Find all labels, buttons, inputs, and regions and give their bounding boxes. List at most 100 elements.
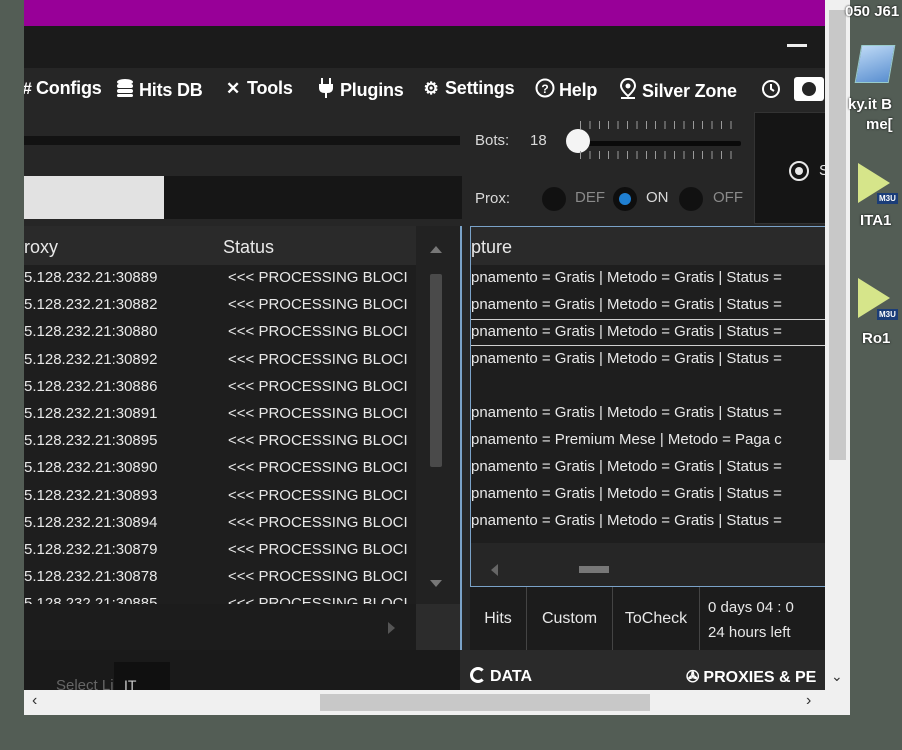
main-panel: Bots: 18 Prox: DEF ON OFF S roxy Status …	[24, 110, 825, 652]
results-tabs: Hits Custom ToCheck 0 days 04 : 0 24 hou…	[470, 586, 825, 651]
table-row[interactable]: 5.128.232.21:30895 <<< PROCESSING BLOCI	[24, 428, 429, 455]
start-button[interactable]: S	[754, 112, 825, 224]
capture-row[interactable]: pnamento = Gratis | Metodo = Gratis | St…	[471, 508, 825, 535]
capture-cell: pnamento = Gratis | Metodo = Gratis | St…	[471, 458, 782, 475]
tab-tocheck[interactable]: ToCheck	[613, 587, 700, 651]
capture-row[interactable]: pnamento = Gratis | Metodo = Gratis | St…	[471, 400, 825, 427]
proxies-tab[interactable]: ✇ PROXIES & PE	[686, 667, 816, 687]
menu-plugins[interactable]: Plugins	[316, 78, 404, 103]
menu-help-label: Help	[559, 80, 598, 100]
status-cell: <<< PROCESSING BLOCI	[228, 350, 408, 368]
table-row[interactable]: 5.128.232.21:30885 <<< PROCESSING BLOCI	[24, 591, 429, 604]
status-cell: <<< PROCESSING BLOCI	[228, 269, 408, 286]
table-row[interactable]: 5.128.232.21:30894 <<< PROCESSING BLOCI	[24, 510, 429, 537]
col-proxy-header[interactable]: roxy	[24, 237, 58, 258]
timer-days: 0 days 04 : 0	[708, 599, 794, 616]
title-bar[interactable]	[24, 0, 825, 26]
m3u-badge: M3U	[877, 193, 898, 204]
minimize-button[interactable]	[787, 44, 807, 47]
table-row[interactable]: 5.128.232.21:30880 <<< PROCESSING BLOCI	[24, 319, 429, 346]
resize-grip[interactable]	[825, 690, 850, 715]
proxy-cell: 5.128.232.21:30889	[24, 269, 158, 286]
hscroll-thumb[interactable]	[320, 694, 650, 711]
host-vertical-scrollbar[interactable]: ⌄	[825, 0, 850, 715]
menu-configs[interactable]: # Configs	[24, 78, 102, 99]
table-row[interactable]: 5.128.232.21:30892 <<< PROCESSING BLOCI	[24, 347, 429, 374]
proxy-cell: 5.128.232.21:30891	[24, 404, 158, 422]
proxy-table-hscrollbar[interactable]	[24, 604, 416, 650]
chevron-down-icon[interactable]: ⌄	[831, 668, 843, 685]
proxy-cell: 5.128.232.21:30890	[24, 459, 158, 477]
menu-silver-zone[interactable]: Silver Zone	[618, 77, 737, 105]
capture-table-header: pture	[471, 227, 825, 265]
status-cell: <<< PROCESSING BLOCI	[228, 323, 408, 341]
scroll-left-arrow-icon[interactable]	[491, 564, 498, 576]
wordlist-input[interactable]	[24, 176, 462, 219]
table-row[interactable]: 5.128.232.21:30886 <<< PROCESSING BLOCI	[24, 374, 429, 401]
capture-row-selected[interactable]: pnamento = Gratis | Metodo = Gratis | St…	[471, 319, 825, 346]
tab-hits[interactable]: Hits	[470, 587, 527, 651]
history-icon	[760, 78, 780, 105]
scroll-corner	[416, 604, 460, 650]
camera-button[interactable]	[794, 77, 824, 101]
bots-slider-track[interactable]	[569, 141, 741, 146]
table-row[interactable]: 5.128.232.21:30893 <<< PROCESSING BLOCI	[24, 483, 429, 510]
capture-cell: pnamento = Gratis | Metodo = Gratis | St…	[471, 350, 782, 367]
capture-row[interactable]: pnamento = Gratis | Metodo = Gratis | St…	[471, 454, 825, 481]
capture-cell: pnamento = Gratis | Metodo = Gratis | St…	[471, 296, 782, 313]
capture-cell: pnamento = Gratis | Metodo = Gratis | St…	[471, 323, 782, 340]
scroll-right-arrow-icon[interactable]	[388, 622, 395, 634]
prox-off-radio[interactable]	[679, 187, 703, 211]
table-row[interactable]: 5.128.232.21:30891 <<< PROCESSING BLOCI	[24, 401, 429, 428]
vscroll-thumb[interactable]	[829, 10, 846, 460]
proxy-cell: 5.128.232.21:30882	[24, 296, 158, 314]
bottom-bar: Select List IT DATA ✇ PROXIES & PE	[24, 650, 825, 694]
notepad-file-icon[interactable]	[854, 45, 896, 83]
scroll-up-arrow-icon[interactable]	[430, 246, 442, 253]
scroll-thumb[interactable]	[430, 274, 442, 467]
panel-divider[interactable]	[460, 226, 462, 652]
proxy-cell: 5.128.232.21:30879	[24, 540, 158, 558]
tab-custom[interactable]: Custom	[527, 587, 613, 651]
tools-icon: ✕	[225, 78, 241, 98]
table-row[interactable]: 5.128.232.21:30879 <<< PROCESSING BLOCI	[24, 537, 429, 564]
menu-help[interactable]: ? Help	[535, 78, 597, 103]
scroll-left-icon[interactable]: ‹	[32, 692, 37, 710]
menu-tools[interactable]: ✕ Tools	[223, 78, 293, 99]
table-row[interactable]: 5.128.232.21:30890 <<< PROCESSING BLOCI	[24, 455, 429, 482]
capture-cell: pnamento = Gratis | Metodo = Gratis | St…	[471, 512, 782, 529]
desktop-icon1-line2: me[	[866, 116, 893, 133]
capture-row[interactable]: pnamento = Gratis | Metodo = Gratis | St…	[471, 346, 825, 373]
desktop-top-label: 050 J61	[845, 3, 900, 20]
table-row[interactable]: 5.128.232.21:30889 <<< PROCESSING BLOCI	[24, 265, 429, 292]
table-row[interactable]: 5.128.232.21:30878 <<< PROCESSING BLOCI	[24, 564, 429, 591]
capture-row[interactable]: pnamento = Gratis | Metodo = Gratis | St…	[471, 481, 825, 508]
desktop-icon3-label: Ro1	[862, 330, 891, 347]
col-capture-header[interactable]: pture	[471, 237, 512, 258]
host-horizontal-scrollbar[interactable]: ‹ ›	[24, 690, 825, 715]
prox-on-radio[interactable]	[613, 187, 637, 211]
hash-icon: #	[24, 79, 32, 99]
capture-row[interactable]	[471, 373, 825, 400]
table-row[interactable]: 5.128.232.21:30882 <<< PROCESSING BLOCI	[24, 292, 429, 319]
history-button[interactable]	[760, 78, 780, 105]
capture-row[interactable]: pnamento = Premium Mese | Metodo = Paga …	[471, 427, 825, 454]
scroll-thumb[interactable]	[579, 566, 609, 573]
col-status-header[interactable]: Status	[223, 237, 274, 258]
menu-hits-db[interactable]: Hits DB	[115, 78, 203, 103]
progress-fill	[24, 176, 164, 219]
capture-row[interactable]: pnamento = Gratis | Metodo = Gratis | St…	[471, 265, 825, 292]
scroll-right-icon[interactable]: ›	[806, 692, 811, 710]
proxy-cell: 5.128.232.21:30892	[24, 350, 158, 368]
scroll-down-arrow-icon[interactable]	[430, 580, 442, 587]
prox-def-radio[interactable]	[542, 187, 566, 211]
proxy-table-scrollbar[interactable]	[416, 226, 460, 604]
list-it-button[interactable]: IT	[114, 662, 170, 693]
tab-custom-label: Custom	[541, 610, 598, 627]
capture-row[interactable]: pnamento = Gratis | Metodo = Gratis | St…	[471, 292, 825, 319]
tab-hits-label: Hits	[484, 610, 512, 627]
bots-slider-thumb[interactable]	[566, 129, 590, 153]
status-cell: <<< PROCESSING BLOCI	[228, 432, 408, 450]
data-tab[interactable]: DATA	[470, 667, 532, 686]
menu-settings[interactable]: ⚙ Settings	[421, 78, 514, 99]
